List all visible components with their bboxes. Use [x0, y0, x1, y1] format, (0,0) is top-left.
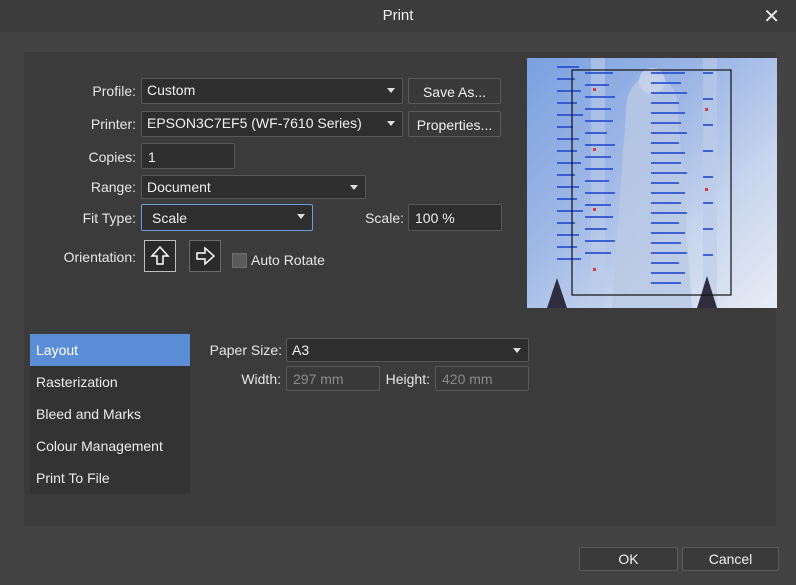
- properties-button[interactable]: Properties...: [408, 111, 501, 137]
- close-icon[interactable]: ✕: [763, 4, 780, 29]
- title-bar: Print ✕: [0, 0, 796, 32]
- copies-label: Copies:: [88, 149, 136, 165]
- auto-rotate-label: Auto Rotate: [251, 252, 325, 268]
- width-label: Width:: [241, 371, 281, 387]
- orientation-label: Orientation:: [63, 249, 136, 265]
- printer-value: EPSON3C7EF5 (WF-7610 Series): [147, 115, 362, 131]
- copies-input[interactable]: 1: [141, 143, 235, 169]
- landscape-button[interactable]: [189, 240, 221, 272]
- fit-type-label: Fit Type:: [82, 210, 136, 226]
- fit-type-value: Scale: [152, 210, 188, 226]
- height-label: Height:: [385, 371, 430, 387]
- auto-rotate-checkbox[interactable]: [232, 253, 247, 268]
- range-label: Range:: [90, 179, 136, 195]
- chevron-down-icon: [387, 121, 395, 126]
- arrow-up-icon: [150, 245, 170, 265]
- profile-value: Custom: [147, 82, 196, 98]
- print-dialog: Print ✕ Profile: Custom Save As... Print…: [0, 0, 796, 585]
- section-rasterization[interactable]: Rasterization: [30, 366, 190, 398]
- paper-size-value: A3: [292, 342, 310, 358]
- printer-label: Printer:: [90, 116, 136, 132]
- section-colour-management[interactable]: Colour Management: [30, 430, 190, 462]
- chevron-down-icon: [350, 185, 358, 190]
- profile-label: Profile:: [92, 83, 136, 99]
- dialog-title: Print: [382, 7, 414, 24]
- range-dropdown[interactable]: Document: [141, 175, 366, 199]
- section-layout[interactable]: Layout: [30, 334, 190, 366]
- range-value: Document: [147, 179, 211, 195]
- fit-type-dropdown[interactable]: Scale: [141, 204, 313, 231]
- section-bleed-and-marks[interactable]: Bleed and Marks: [30, 398, 190, 430]
- printer-dropdown[interactable]: EPSON3C7EF5 (WF-7610 Series): [141, 111, 403, 137]
- portrait-button[interactable]: [144, 240, 176, 272]
- save-as-button[interactable]: Save As...: [408, 78, 501, 104]
- arrow-right-icon: [196, 246, 216, 266]
- preview-image: [547, 58, 732, 308]
- chevron-down-icon: [297, 214, 305, 219]
- chevron-down-icon: [387, 88, 395, 93]
- section-list: Layout Rasterization Bleed and Marks Col…: [30, 334, 190, 494]
- chevron-down-icon: [513, 348, 521, 353]
- height-input[interactable]: 420 mm: [435, 366, 529, 391]
- profile-dropdown[interactable]: Custom: [141, 78, 403, 104]
- paper-size-label: Paper Size:: [209, 342, 282, 358]
- ok-button[interactable]: OK: [579, 547, 678, 571]
- scale-label: Scale:: [365, 210, 404, 226]
- paper-size-dropdown[interactable]: A3: [286, 338, 529, 362]
- width-input[interactable]: 297 mm: [286, 366, 380, 391]
- cancel-button[interactable]: Cancel: [682, 547, 779, 571]
- section-print-to-file[interactable]: Print To File: [30, 462, 190, 494]
- scale-input[interactable]: 100 %: [408, 204, 502, 231]
- print-preview: [527, 58, 777, 308]
